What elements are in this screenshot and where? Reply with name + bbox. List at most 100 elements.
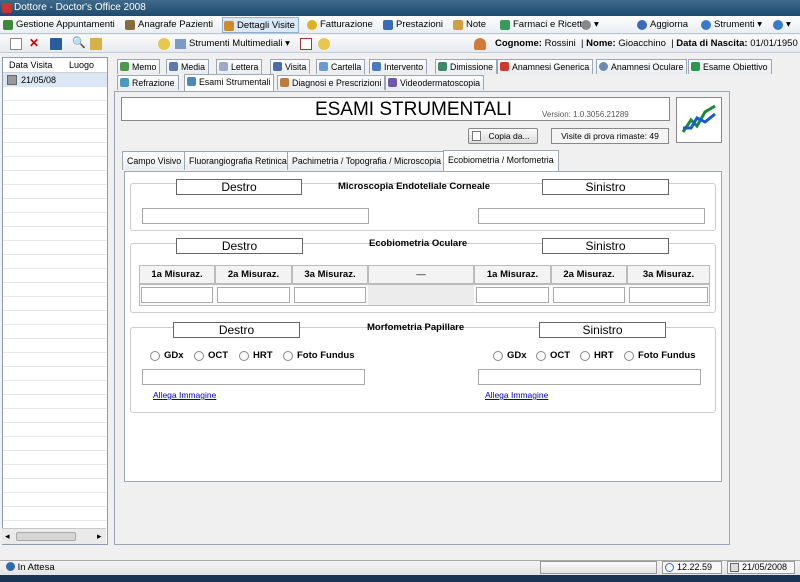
menu-label: Gestione Appuntamenti: [16, 19, 115, 30]
subtab-campo-visivo[interactable]: Campo Visivo: [122, 151, 187, 170]
surname-label: Cognome:: [495, 38, 542, 49]
left-radio-hrt[interactable]: HRT: [580, 350, 614, 362]
tab-anamnesi-oculare[interactable]: Anamnesi Oculare: [596, 59, 688, 74]
micro-title: Microscopia Endoteliale Corneale: [338, 181, 491, 192]
exit-icon: [438, 62, 447, 71]
dropdown-arrow-icon: ▾: [594, 19, 599, 30]
tab-lettera[interactable]: Lettera: [216, 59, 263, 74]
search-icon[interactable]: 🔍: [72, 38, 86, 50]
date-value: 21/05/2008: [742, 562, 788, 572]
menu-dettagli-visite[interactable]: Dettagli Visite: [222, 17, 299, 33]
col-place[interactable]: Luogo: [69, 58, 94, 73]
record-icon[interactable]: [300, 38, 312, 50]
tab-memo[interactable]: Memo: [117, 59, 161, 74]
attach-image-right-link[interactable]: Allega Immagine: [153, 390, 216, 400]
multimedia-icon: [175, 39, 186, 49]
tab-diagnosi-prescrizioni[interactable]: Diagnosi e Prescrizioni: [277, 75, 386, 90]
patient-info: Cognome: Rossini | Nome: Gioacchino | Da…: [495, 38, 798, 49]
radio-circle[interactable]: [624, 351, 634, 361]
micro-right-label: Destro: [176, 179, 302, 195]
radio-circle[interactable]: [536, 351, 546, 361]
eco-right-input-3[interactable]: [294, 287, 366, 303]
delete-icon[interactable]: ✕: [28, 37, 40, 50]
menu-strumenti[interactable]: Strumenti ▾: [700, 17, 762, 33]
tab-visita[interactable]: Visita: [270, 59, 311, 74]
tab-anamnesi-generica[interactable]: Anamnesi Generica: [497, 59, 594, 74]
radio-circle[interactable]: [283, 351, 293, 361]
radio-circle[interactable]: [580, 351, 590, 361]
menu-fatturazione[interactable]: Fatturazione: [306, 17, 373, 33]
tab-label: Esami Strumentali: [199, 77, 271, 87]
tab-dimissione[interactable]: Dimissione: [435, 59, 498, 74]
right-radio-foto-fundus[interactable]: Foto Fundus: [283, 350, 355, 362]
tab-label: Anamnesi Oculare: [611, 62, 684, 72]
tab-cartella[interactable]: Cartella: [316, 59, 366, 74]
left-radio-oct[interactable]: OCT: [536, 350, 570, 362]
clock-icon[interactable]: [318, 38, 330, 50]
col-date[interactable]: Data Visita: [9, 58, 52, 73]
scroll-right-icon[interactable]: ▸: [97, 531, 102, 542]
eco-left-input-3[interactable]: [629, 287, 708, 303]
tab-esame-obiettivo[interactable]: Esame Obiettivo: [688, 59, 772, 74]
menu-prestazioni[interactable]: Prestazioni: [382, 17, 443, 33]
eco-left-input-2[interactable]: [553, 287, 625, 303]
smiley-icon[interactable]: [158, 38, 170, 50]
micro-right-input[interactable]: [142, 208, 369, 224]
tab-intervento[interactable]: Intervento: [369, 59, 428, 74]
paste-icon[interactable]: [90, 38, 102, 50]
page-title: ESAMI STRUMENTALI: [314, 99, 512, 120]
copy-from-button[interactable]: Copia da...: [468, 128, 538, 144]
copy-label: Copia da...: [488, 131, 530, 141]
chart-logo-icon: [680, 101, 718, 139]
radio-label: OCT: [208, 350, 229, 361]
subtab-pachimetria[interactable]: Pachimetria / Topografia / Microscopia: [287, 151, 446, 170]
new-document-icon[interactable]: [10, 38, 22, 50]
visit-row[interactable]: 21/05/08: [3, 73, 107, 87]
menu-anagrafe-pazienti[interactable]: Anagrafe Pazienti: [124, 17, 213, 33]
right-radio-gdx[interactable]: GDx: [150, 350, 184, 362]
tab-esami-strumentali[interactable]: Esami Strumentali: [184, 74, 275, 91]
radio-circle[interactable]: [493, 351, 503, 361]
attach-image-left-link[interactable]: Allega Immagine: [485, 390, 548, 400]
scroll-thumb[interactable]: [16, 532, 76, 541]
save-icon[interactable]: [50, 38, 62, 50]
eco-right-input-1[interactable]: [141, 287, 213, 303]
subtab-ecobiometria[interactable]: Ecobiometria / Morfometria: [443, 150, 559, 171]
multimedia-tools-dropdown[interactable]: Strumenti Multimediali ▾: [175, 38, 290, 50]
menu-phone[interactable]: ▾: [580, 17, 599, 33]
scroll-left-icon[interactable]: ◂: [5, 531, 10, 542]
eco-right-col-2: 2a Misuraz.: [215, 265, 292, 284]
menu-label: Farmaci e Ricette: [513, 19, 588, 30]
menu-gestione-appuntamenti[interactable]: Gestione Appuntamenti: [2, 17, 115, 33]
eco-left-label: Sinistro: [542, 238, 669, 254]
menu-note[interactable]: Note: [452, 17, 486, 33]
menu-label: Anagrafe Pazienti: [138, 19, 213, 30]
left-radio-gdx[interactable]: GDx: [493, 350, 527, 362]
micro-left-input[interactable]: [478, 208, 705, 224]
morfo-left-input[interactable]: [478, 369, 701, 385]
toolbar: ✕ 🔍 Strumenti Multimediali ▾ Cognome: Ro…: [0, 35, 800, 53]
tab-refrazione[interactable]: Refrazione: [117, 75, 179, 90]
right-radio-hrt[interactable]: HRT: [239, 350, 273, 362]
menu-label: Aggiorna: [650, 19, 689, 30]
menu-help[interactable]: ▾: [772, 17, 791, 33]
calendar-icon: [730, 563, 739, 572]
tab-videodermatoscopia[interactable]: Videodermatoscopia: [385, 75, 485, 90]
eco-right-input-2[interactable]: [217, 287, 290, 303]
eco-right-col-1: 1a Misuraz.: [139, 265, 215, 284]
tab-media[interactable]: Media: [166, 59, 209, 74]
radio-circle[interactable]: [194, 351, 204, 361]
visits-hscrollbar[interactable]: ◂ ▸: [2, 528, 106, 544]
right-radio-oct[interactable]: OCT: [194, 350, 228, 362]
pen-icon: [120, 62, 129, 71]
menu-aggiorna[interactable]: Aggiorna: [636, 17, 688, 33]
morfo-right-input[interactable]: [142, 369, 365, 385]
left-radio-foto-fundus[interactable]: Foto Fundus: [624, 350, 696, 362]
eco-left-input-1[interactable]: [476, 287, 549, 303]
radio-circle[interactable]: [150, 351, 160, 361]
radio-circle[interactable]: [239, 351, 249, 361]
stethoscope-icon: [273, 62, 282, 71]
subtab-fluorangiografia[interactable]: Fluorangiografia Retinica: [184, 151, 292, 170]
menu-farmaci-ricette[interactable]: Farmaci e Ricette: [499, 17, 587, 33]
morfo-left-label: Sinistro: [539, 322, 666, 338]
